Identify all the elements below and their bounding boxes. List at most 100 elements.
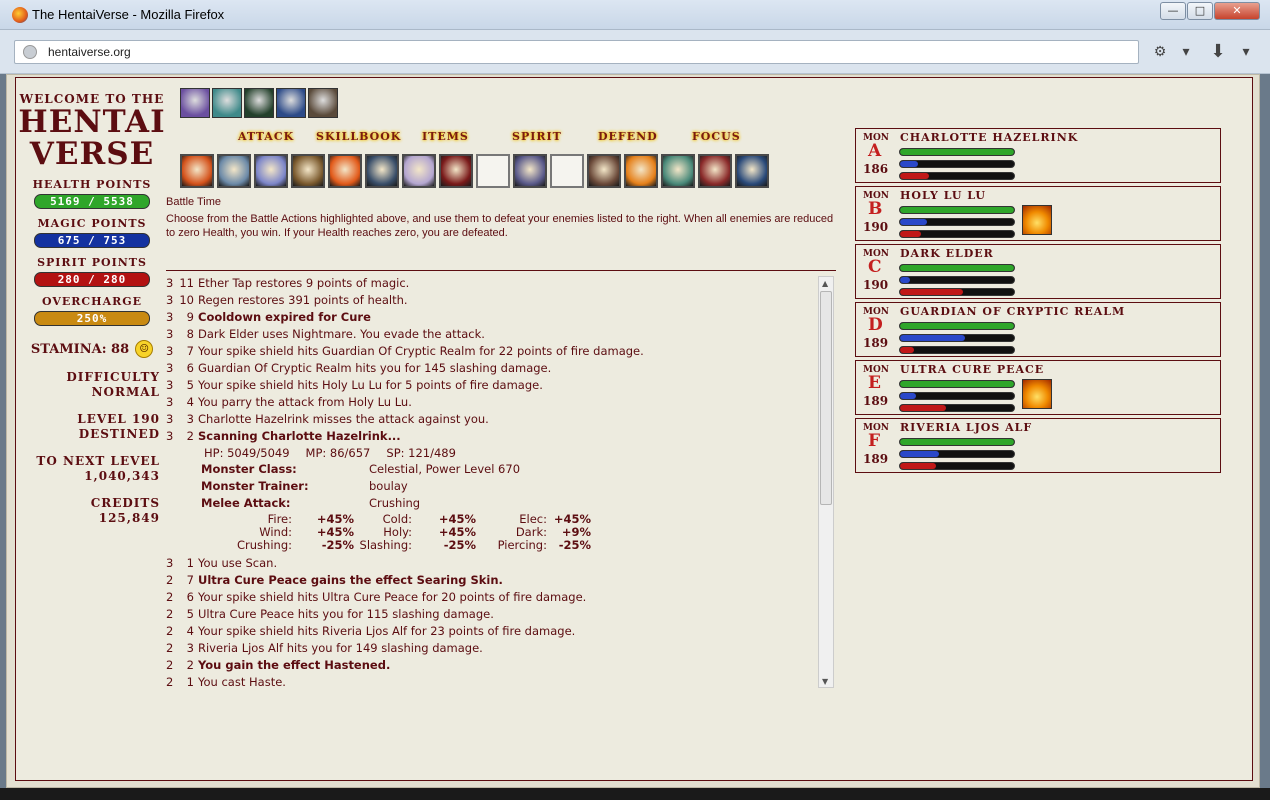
log-message: Dark Elder uses Nightmare. You evade the…	[198, 327, 485, 341]
skill-slot-3[interactable]	[254, 154, 288, 188]
monster-c[interactable]: MON C 190 DARK ELDER	[855, 244, 1221, 299]
scan-result: HP: 5049/5049 MP: 86/657 SP: 121/489 Monste…	[166, 446, 836, 552]
log-scrollbar[interactable]: ▲ ▼	[818, 276, 834, 688]
monster-sp-bar	[899, 230, 1015, 238]
next-level: TO NEXT LEVEL 1,040,343	[16, 454, 168, 484]
spirit-bar: 280 / 280	[34, 272, 150, 287]
firefox-icon	[12, 7, 28, 23]
skill-slot-16[interactable]	[735, 154, 769, 188]
monster-mp-fill	[900, 277, 911, 283]
log-index: 7	[186, 344, 194, 358]
skill-slot-14[interactable]	[661, 154, 695, 188]
skill-slot-10[interactable]	[513, 154, 547, 188]
monster-e[interactable]: MON E 189 ULTRA CURE PEACE	[855, 360, 1221, 415]
monster-name: RIVERIA LJOS ALF	[900, 421, 1033, 434]
status-panel: WELCOME TO THE HENTAI VERSE HEALTH POINT…	[16, 88, 168, 526]
log-message: You cast Haste.	[198, 675, 286, 688]
monster-b[interactable]: MON B 190 HOLY LU LU	[855, 186, 1221, 241]
skill-slot-11[interactable]	[550, 154, 584, 188]
monster-a[interactable]: MON A 186 CHARLOTTE HAZELRINK	[855, 128, 1221, 183]
overcharge-bar: 250%	[34, 311, 150, 326]
log-turn: 3	[166, 412, 174, 426]
skillbook-menu[interactable]: SKILLBOOK	[316, 130, 401, 143]
monster-letter: E	[868, 373, 881, 393]
monster-hp-fill	[900, 439, 1014, 445]
level-title: DESTINED	[78, 427, 160, 441]
menu-chevron-icon[interactable]: ▾	[1236, 42, 1256, 62]
focus-menu[interactable]: FOCUS	[692, 130, 741, 143]
url-text[interactable]: hentaiverse.org	[48, 45, 131, 59]
monster-hp-fill	[900, 207, 1014, 213]
log-entry: 2 6 Your spike shield hits Ultra Cure Peac…	[166, 590, 836, 607]
defend-menu[interactable]: DEFEND	[598, 130, 658, 143]
addon-icon[interactable]: ⚙	[1150, 42, 1170, 62]
log-entry: 3 8 Dark Elder uses Nightmare. You evade t…	[166, 327, 836, 344]
log-turn: 3	[166, 361, 174, 375]
minimize-button[interactable]: —	[1160, 2, 1186, 20]
scroll-up-icon[interactable]: ▲	[822, 279, 828, 288]
log-index: 4	[186, 395, 194, 409]
monster-hp-bar	[899, 438, 1015, 446]
log-index: 4	[186, 624, 194, 638]
log-message: Scanning Charlotte Hazelrink...	[198, 429, 401, 443]
monster-letter: F	[868, 431, 881, 451]
monster-sp-fill	[900, 173, 929, 179]
skill-slot-6[interactable]	[365, 154, 399, 188]
download-icon[interactable]: ⬇	[1208, 42, 1228, 62]
active-effects	[180, 88, 338, 118]
skill-slot-2[interactable]	[217, 154, 251, 188]
log-entry: 2 4 Your spike shield hits Riveria Ljos Al…	[166, 624, 836, 641]
skill-slot-9[interactable]	[476, 154, 510, 188]
resistance-grid: Fire: +45% Cold: +45% Elec: +45% Wind: +45% Holy…	[166, 513, 836, 552]
monster-f[interactable]: MON F 189 RIVERIA LJOS ALF	[855, 418, 1221, 473]
skill-slot-4[interactable]	[291, 154, 325, 188]
monster-sp-fill	[900, 347, 914, 353]
close-button[interactable]: ✕	[1214, 2, 1260, 20]
scan-hp: HP: 5049/5049	[204, 446, 290, 460]
next-level-value: 1,040,343	[84, 469, 160, 483]
taskbar-strip	[0, 788, 1270, 800]
monster-sp-bar	[899, 404, 1015, 412]
log-index: 6	[186, 590, 194, 604]
dropdown-chevron-icon[interactable]: ▾	[1176, 42, 1196, 62]
monster-mp-fill	[900, 451, 939, 457]
items-menu[interactable]: ITEMS	[422, 130, 469, 143]
monster-d[interactable]: MON D 189 GUARDIAN OF CRYPTIC REALM	[855, 302, 1221, 357]
log-turn: 3	[166, 378, 174, 392]
monster-name: DARK ELDER	[900, 247, 994, 260]
scroll-thumb[interactable]	[820, 291, 832, 505]
log-turn: 3	[166, 556, 174, 570]
skill-slot-13[interactable]	[624, 154, 658, 188]
log-entry: 3 7 Your spike shield hits Guardian Of Cry…	[166, 344, 836, 361]
monster-mp-bar	[899, 392, 1015, 400]
log-turn: 3	[166, 293, 174, 307]
window-title: The HentaiVerse - Mozilla Firefox	[32, 7, 225, 22]
skill-slot-7[interactable]	[402, 154, 436, 188]
log-entry: 2 1 You cast Haste.	[166, 675, 836, 688]
attack-menu[interactable]: ATTACK	[238, 130, 294, 143]
monster-mp-bar	[899, 276, 1015, 284]
log-message: Your spike shield hits Holy Lu Lu for 5 …	[198, 378, 543, 392]
log-turn: 3	[166, 327, 174, 341]
skill-slot-12[interactable]	[587, 154, 621, 188]
spirit-label: SPIRIT POINTS	[37, 256, 147, 269]
combat-log[interactable]: 3 11 Ether Tap restores 9 points of magic.…	[166, 276, 836, 688]
spirit-menu[interactable]: SPIRIT	[512, 130, 562, 143]
monster-hp-fill	[900, 381, 1014, 387]
scroll-down-icon[interactable]: ▼	[822, 677, 828, 686]
battle-description: Choose from the Battle Actions highlight…	[166, 213, 834, 239]
monster-hp-bar	[899, 322, 1015, 330]
maximize-button[interactable]: □	[1187, 2, 1213, 20]
resist-value: -25%	[321, 538, 354, 552]
skill-slot-5[interactable]	[328, 154, 362, 188]
skill-slot-15[interactable]	[698, 154, 732, 188]
skill-slot-1[interactable]	[180, 154, 214, 188]
log-message: Your spike shield hits Ultra Cure Peace …	[198, 590, 587, 604]
log-index: 2	[186, 429, 194, 443]
log-message: Charlotte Hazelrink misses the attack ag…	[198, 412, 489, 426]
difficulty-label: DIFFICULTY	[66, 370, 160, 384]
skill-slot-8[interactable]	[439, 154, 473, 188]
monster-name: GUARDIAN OF CRYPTIC REALM	[900, 305, 1126, 318]
url-bar[interactable]: hentaiverse.org	[14, 40, 1139, 64]
log-index: 11	[179, 276, 194, 290]
